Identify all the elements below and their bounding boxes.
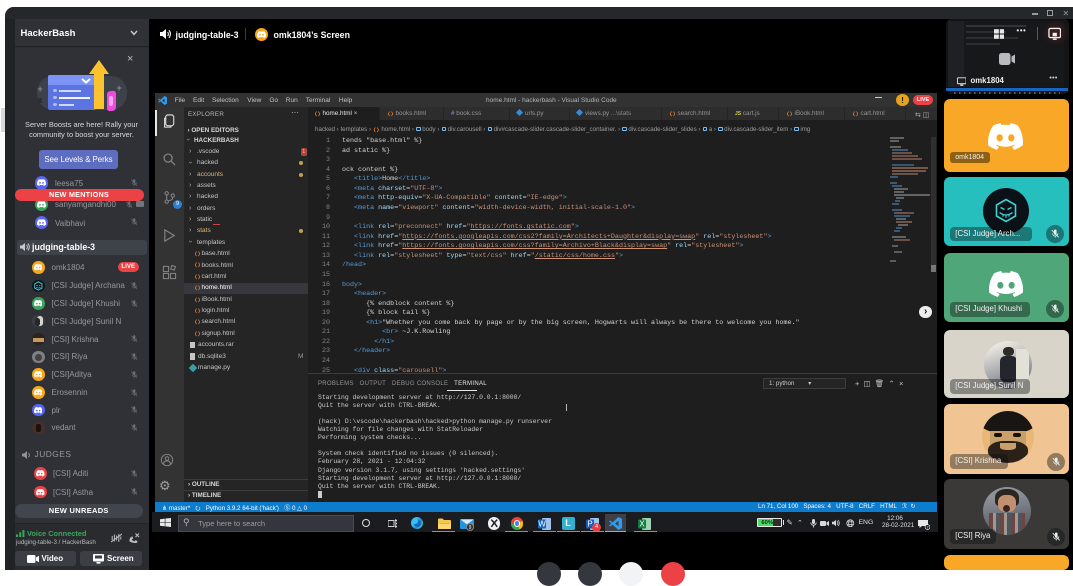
svg-text:7: 7: [926, 525, 928, 529]
svg-text:W: W: [538, 519, 546, 528]
svg-text:X: X: [639, 519, 645, 528]
